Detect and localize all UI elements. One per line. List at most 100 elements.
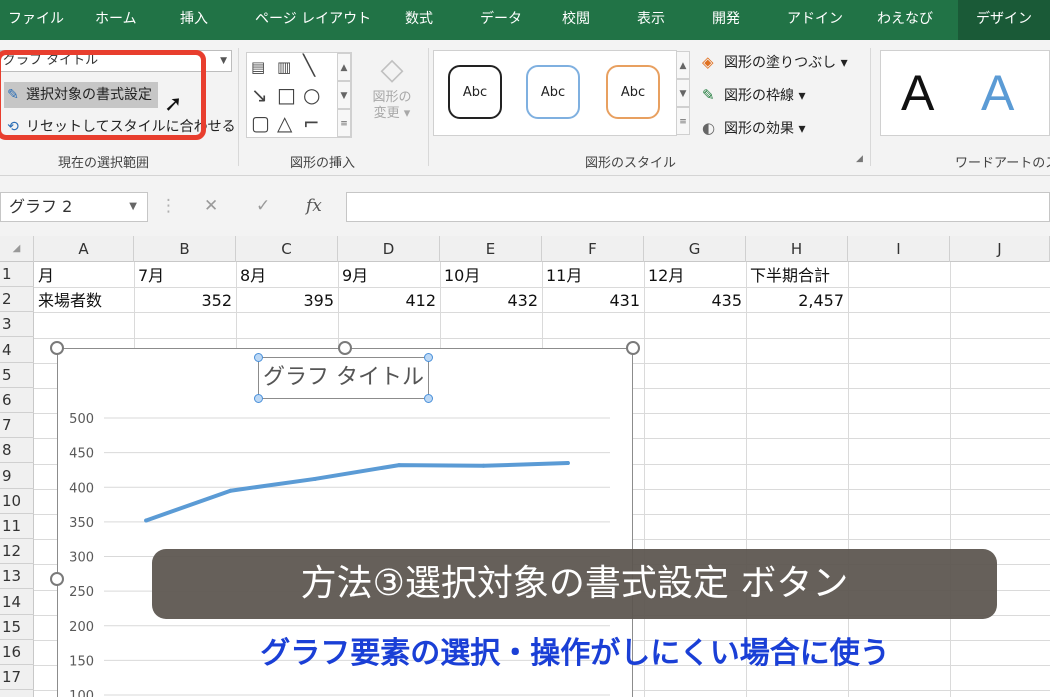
data-point[interactable] xyxy=(565,461,570,466)
row-header-14[interactable]: 14 xyxy=(0,590,34,615)
series-line[interactable] xyxy=(144,461,570,523)
tab-developer[interactable]: 開発 xyxy=(712,0,740,40)
wordart-preset-1[interactable]: A xyxy=(901,63,934,123)
cell-g2[interactable]: 435 xyxy=(644,289,742,313)
formula-input[interactable] xyxy=(346,192,1050,222)
shape-styles-gallery[interactable]: Abc Abc Abc ▲ ▼ ≡ xyxy=(433,50,690,136)
data-point[interactable] xyxy=(481,463,486,468)
chart-resize-handle-tr[interactable] xyxy=(626,341,640,355)
wordart-preset-2[interactable]: A xyxy=(981,63,1014,123)
row-header-13[interactable]: 13 xyxy=(0,564,34,590)
cell-a2[interactable]: 来場者数 xyxy=(38,289,102,313)
shape-effects-button[interactable]: ◐ 図形の効果 ▾ xyxy=(702,116,805,140)
data-point[interactable] xyxy=(312,476,317,481)
style-preset-2[interactable]: Abc xyxy=(526,65,580,119)
triangle-shape-icon[interactable]: △ xyxy=(277,113,292,133)
gallery-scroll-up[interactable]: ▲ xyxy=(337,53,351,81)
styles-more[interactable]: ≡ xyxy=(676,107,690,135)
tab-formulas[interactable]: 数式 xyxy=(405,0,433,40)
column-header-b[interactable]: B xyxy=(134,236,236,262)
rectangle-shape-icon[interactable]: □ xyxy=(277,85,296,105)
style-preset-1[interactable]: Abc xyxy=(448,65,502,119)
cell-b2[interactable]: 352 xyxy=(134,289,232,313)
arrow-shape-icon[interactable]: ↘ xyxy=(251,85,268,105)
vertical-textbox-shape-icon[interactable]: ▥ xyxy=(277,57,291,77)
shapes-gallery[interactable]: ▤ ▥ ╲ ↘ □ ○ ▢ △ ⌐ ▲ ▼ ≡ xyxy=(246,52,352,138)
cell-a1[interactable]: 月 xyxy=(38,264,54,288)
row-header-6[interactable]: 6 xyxy=(0,388,34,413)
row-header-1[interactable]: 1 xyxy=(0,262,34,287)
change-shape-button[interactable]: ◇ 図形の 変更 ▾ xyxy=(362,50,422,122)
data-point[interactable] xyxy=(144,518,149,523)
enter-icon[interactable]: ✓ xyxy=(256,196,270,216)
cell-g1[interactable]: 12月 xyxy=(648,264,684,288)
gallery-scroll-down[interactable]: ▼ xyxy=(337,81,351,109)
row-header-10[interactable]: 10 xyxy=(0,489,34,514)
data-point[interactable] xyxy=(397,463,402,468)
tab-data[interactable]: データ xyxy=(480,0,522,40)
insert-function-icon[interactable]: fx xyxy=(306,196,322,216)
title-handle-bl[interactable] xyxy=(254,394,263,403)
row-header-12[interactable]: 12 xyxy=(0,539,34,565)
cell-d1[interactable]: 9月 xyxy=(342,264,368,288)
column-header-h[interactable]: H xyxy=(746,236,848,262)
column-header-a[interactable]: A xyxy=(34,236,134,262)
styles-scroll-down[interactable]: ▼ xyxy=(676,79,690,107)
cell-e1[interactable]: 10月 xyxy=(444,264,480,288)
tab-view[interactable]: 表示 xyxy=(637,0,665,40)
tab-design[interactable]: デザイン xyxy=(958,0,1050,40)
chart-resize-handle-tm[interactable] xyxy=(338,341,352,355)
cell-f2[interactable]: 431 xyxy=(542,289,640,313)
textbox-shape-icon[interactable]: ▤ xyxy=(251,57,265,77)
column-header-g[interactable]: G xyxy=(644,236,746,262)
tab-review[interactable]: 校閲 xyxy=(562,0,590,40)
chart-title[interactable]: グラフ タイトル xyxy=(258,357,429,399)
name-box[interactable]: グラフ 2 ▼ xyxy=(0,192,148,222)
column-header-d[interactable]: D xyxy=(338,236,440,262)
data-point[interactable] xyxy=(228,488,233,493)
tab-addins[interactable]: アドイン xyxy=(787,0,843,40)
row-header-5[interactable]: 5 xyxy=(0,363,34,388)
cell-c2[interactable]: 395 xyxy=(236,289,334,313)
cell-b1[interactable]: 7月 xyxy=(138,264,164,288)
tab-insert[interactable]: 挿入 xyxy=(180,0,208,40)
row-header-8[interactable]: 8 xyxy=(0,438,34,464)
column-header-f[interactable]: F xyxy=(542,236,644,262)
row-header-7[interactable]: 7 xyxy=(0,413,34,439)
rounded-rectangle-shape-icon[interactable]: ▢ xyxy=(251,113,270,133)
select-all-corner[interactable]: ◢ xyxy=(0,236,34,262)
cell-f1[interactable]: 11月 xyxy=(546,264,582,288)
row-header-2[interactable]: 2 xyxy=(0,287,34,313)
row-header-9[interactable]: 9 xyxy=(0,464,34,489)
column-header-e[interactable]: E xyxy=(440,236,542,262)
gallery-more[interactable]: ≡ xyxy=(337,109,351,137)
tab-waenavi[interactable]: わえなび xyxy=(877,0,933,40)
title-handle-br[interactable] xyxy=(424,394,433,403)
title-handle-tl[interactable] xyxy=(254,353,263,362)
shape-fill-button[interactable]: ◈ 図形の塗りつぶし ▾ xyxy=(702,50,848,74)
shape-outline-button[interactable]: ✎ 図形の枠線 ▾ xyxy=(702,83,805,107)
column-header-c[interactable]: C xyxy=(236,236,338,262)
cell-h1[interactable]: 下半期合計 xyxy=(750,264,830,288)
line-shape-icon[interactable]: ╲ xyxy=(303,55,315,75)
cell-h2[interactable]: 2,457 xyxy=(746,289,844,313)
style-preset-3[interactable]: Abc xyxy=(606,65,660,119)
cell-e2[interactable]: 432 xyxy=(440,289,538,313)
elbow-connector-shape-icon[interactable]: ⌐ xyxy=(303,113,320,133)
row-header-4[interactable]: 4 xyxy=(0,338,34,363)
tab-page-layout[interactable]: ページ レイアウト xyxy=(255,0,371,40)
column-header-i[interactable]: I xyxy=(848,236,950,262)
title-handle-tr[interactable] xyxy=(424,353,433,362)
cancel-icon[interactable]: ✕ xyxy=(204,196,218,216)
cell-c1[interactable]: 8月 xyxy=(240,264,266,288)
dialog-launcher-icon[interactable]: ◢ xyxy=(856,154,863,164)
chart-resize-handle-ml[interactable] xyxy=(50,572,64,586)
tab-file[interactable]: ファイル xyxy=(8,0,64,40)
row-header-11[interactable]: 11 xyxy=(0,514,34,539)
column-header-j[interactable]: J xyxy=(950,236,1050,262)
oval-shape-icon[interactable]: ○ xyxy=(303,85,320,105)
row-header-3[interactable]: 3 xyxy=(0,312,34,338)
styles-scroll-up[interactable]: ▲ xyxy=(676,51,690,79)
cell-d2[interactable]: 412 xyxy=(338,289,436,313)
chart-resize-handle-tl[interactable] xyxy=(50,341,64,355)
